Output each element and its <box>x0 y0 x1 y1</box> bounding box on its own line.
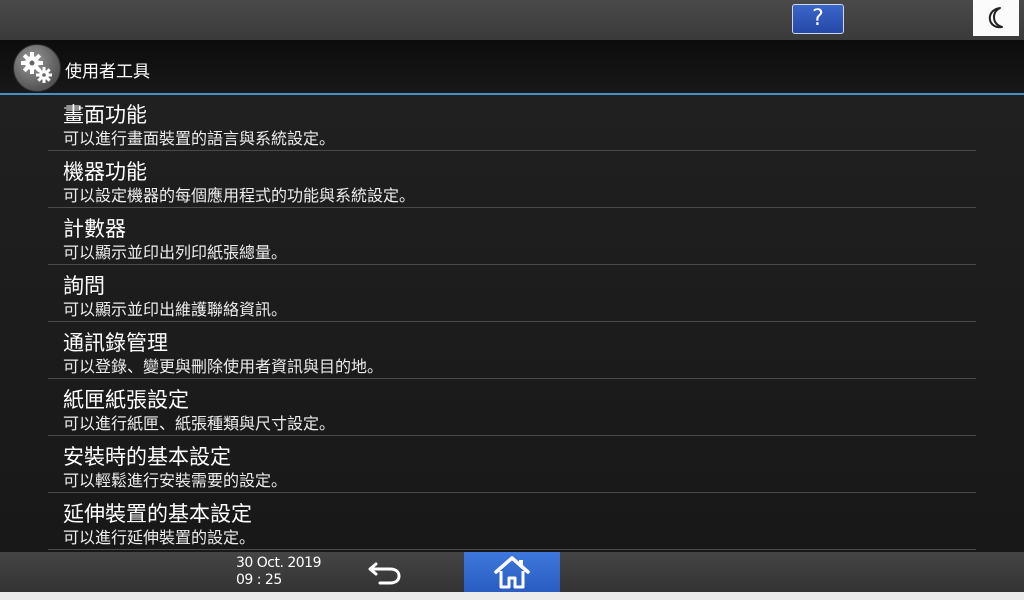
help-button-label: ? <box>812 6 824 31</box>
footer-strip <box>0 592 1024 600</box>
back-button[interactable] <box>360 556 410 588</box>
back-arrow-icon <box>368 562 401 585</box>
menu-item-inquiry[interactable]: 詢問 可以顯示並印出維護聯絡資訊。 <box>48 266 976 322</box>
menu-item-description: 可以進行畫面裝置的語言與系統設定。 <box>63 129 336 148</box>
page-title: 使用者工具 <box>65 62 150 82</box>
home-icon <box>494 556 530 589</box>
top-bar: ? <box>0 0 1024 40</box>
menu-item-installation-settings[interactable]: 安裝時的基本設定 可以輕鬆進行安裝需要的設定。 <box>48 437 976 493</box>
gears-icon <box>21 52 52 83</box>
menu-item-tray-paper-settings[interactable]: 紙匣紙張設定 可以進行紙匣、紙張種類與尺寸設定。 <box>48 380 976 436</box>
menu-item-description: 可以進行延伸裝置的設定。 <box>63 528 256 547</box>
menu-item-screen-features[interactable]: 畫面功能 可以進行畫面裝置的語言與系統設定。 <box>48 95 976 151</box>
time-display: 09 : 25 <box>236 572 282 588</box>
header: 使用者工具 <box>0 40 1024 95</box>
screen: ? 使用者工具 畫面功能 可以進行畫面裝置的語言與系統設定。 機器功能 可以設定… <box>0 0 1024 600</box>
menu-item-address-book[interactable]: 通訊錄管理 可以登錄、變更與刪除使用者資訊與目的地。 <box>48 323 976 379</box>
menu-list: 畫面功能 可以進行畫面裝置的語言與系統設定。 機器功能 可以設定機器的每個應用程… <box>0 95 1024 552</box>
menu-item-description: 可以顯示並印出維護聯絡資訊。 <box>63 300 288 319</box>
user-tools-badge <box>13 44 61 92</box>
menu-item-description: 可以設定機器的每個應用程式的功能與系統設定。 <box>63 186 416 205</box>
menu-item-machine-features[interactable]: 機器功能 可以設定機器的每個應用程式的功能與系統設定。 <box>48 152 976 208</box>
date-display: 30 Oct. 2019 <box>236 555 322 571</box>
menu-item-counter[interactable]: 計數器 可以顯示並印出列印紙張總量。 <box>48 209 976 265</box>
home-button[interactable] <box>464 552 560 592</box>
menu-item-description: 可以進行紙匣、紙張種類與尺寸設定。 <box>63 414 336 433</box>
moon-icon <box>988 7 1003 29</box>
menu-item-description: 可以顯示並印出列印紙張總量。 <box>63 243 288 262</box>
menu-item-extended-device-settings[interactable]: 延伸裝置的基本設定 可以進行延伸裝置的設定。 <box>48 494 976 550</box>
bottom-bar: 30 Oct. 2019 09 : 25 <box>0 552 1024 592</box>
help-button[interactable]: ? <box>792 4 844 34</box>
menu-item-description: 可以登錄、變更與刪除使用者資訊與目的地。 <box>63 357 384 376</box>
datetime: 30 Oct. 2019 09 : 25 <box>236 555 322 589</box>
menu-item-description: 可以輕鬆進行安裝需要的設定。 <box>63 471 288 490</box>
sleep-button[interactable] <box>973 0 1019 36</box>
